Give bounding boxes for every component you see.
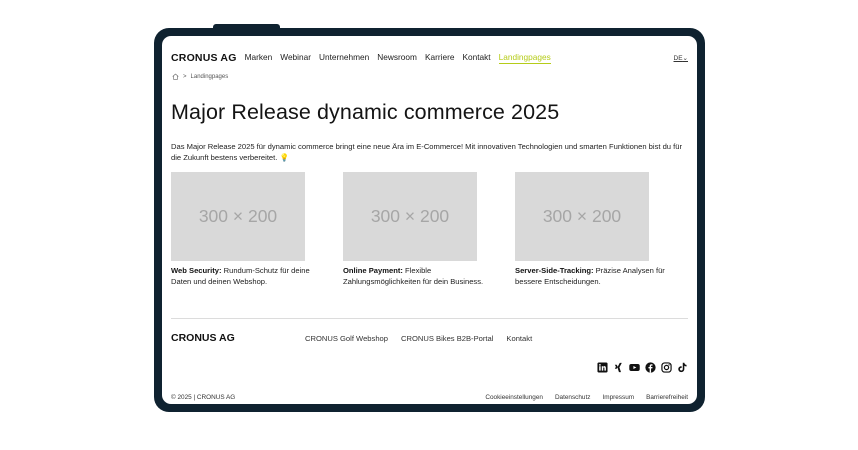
breadcrumb-current: Landingpages [190, 73, 229, 80]
social-links [597, 362, 688, 373]
legal-link-cookieeinstellungen[interactable]: Cookieeinstellungen [485, 394, 543, 401]
nav-item-webinar[interactable]: Webinar [280, 52, 311, 64]
tablet-frame: CRONUS AG Marken Webinar Unternehmen New… [154, 28, 705, 412]
card-image-placeholder: 300 × 200 [515, 172, 649, 261]
card-image-placeholder: 300 × 200 [171, 172, 305, 261]
legal-link-impressum[interactable]: Impressum [602, 394, 634, 401]
feature-card-web-security: 300 × 200 Web Security: Rundum-Schutz fü… [171, 172, 310, 287]
footer-link-golf-webshop[interactable]: CRONUS Golf Webshop [305, 334, 388, 343]
card-description: Server-Side-Tracking: Präzise Analysen f… [515, 266, 675, 287]
nav-item-karriere[interactable]: Karriere [425, 52, 455, 64]
language-selector[interactable]: DE⌄ [674, 54, 688, 62]
footer-divider [171, 318, 688, 319]
footer-link-bikes-b2b-portal[interactable]: CRONUS Bikes B2B-Portal [401, 334, 493, 343]
main-navigation: CRONUS AG Marken Webinar Unternehmen New… [171, 51, 688, 65]
legal-link-barrierefreiheit[interactable]: Barrierefreiheit [646, 394, 688, 401]
brand-logo[interactable]: CRONUS AG [171, 52, 237, 64]
card-description: Online Payment: Flexible Zahlungsmöglich… [343, 266, 503, 287]
feature-cards: 300 × 200 Web Security: Rundum-Schutz fü… [171, 172, 665, 287]
card-description: Web Security: Rundum-Schutz für deine Da… [171, 266, 331, 287]
legal-links: Cookieeinstellungen Datenschutz Impressu… [485, 394, 688, 401]
chevron-down-icon: ⌄ [682, 55, 688, 62]
copyright-notice: © 2025 | CRONUS AG [171, 394, 236, 401]
xing-icon[interactable] [613, 362, 624, 373]
nav-item-newsroom[interactable]: Newsroom [377, 52, 417, 64]
home-icon[interactable] [172, 73, 179, 80]
card-heading: Web Security: [171, 266, 222, 275]
feature-card-online-payment: 300 × 200 Online Payment: Flexible Zahlu… [343, 172, 483, 287]
instagram-icon[interactable] [661, 362, 672, 373]
footer-brand[interactable]: CRONUS AG [171, 332, 235, 344]
nav-item-landingpages[interactable]: Landingpages [498, 52, 551, 64]
card-heading: Online Payment: [343, 266, 403, 275]
nav-item-kontakt[interactable]: Kontakt [462, 52, 490, 64]
legal-link-datenschutz[interactable]: Datenschutz [555, 394, 591, 401]
youtube-icon[interactable] [629, 362, 640, 373]
page-title: Major Release dynamic commerce 2025 [171, 100, 560, 124]
language-label: DE [673, 55, 683, 62]
footer-links: CRONUS Golf Webshop CRONUS Bikes B2B-Por… [305, 334, 532, 343]
tiktok-icon[interactable] [677, 362, 688, 373]
nav-item-marken[interactable]: Marken [245, 52, 273, 64]
card-heading: Server-Side-Tracking: [515, 266, 594, 275]
intro-text: Das Major Release 2025 für dynamic comme… [171, 142, 682, 162]
browser-screen: CRONUS AG Marken Webinar Unternehmen New… [162, 36, 697, 404]
card-image-placeholder: 300 × 200 [343, 172, 477, 261]
feature-card-server-side-tracking: 300 × 200 Server-Side-Tracking: Präzise … [515, 172, 665, 287]
footer-link-kontakt[interactable]: Kontakt [506, 334, 532, 343]
nav-item-unternehmen[interactable]: Unternehmen [319, 52, 369, 64]
breadcrumb: > Landingpages [172, 73, 228, 80]
linkedin-icon[interactable] [597, 362, 608, 373]
facebook-icon[interactable] [645, 362, 656, 373]
breadcrumb-separator: > [183, 73, 187, 80]
